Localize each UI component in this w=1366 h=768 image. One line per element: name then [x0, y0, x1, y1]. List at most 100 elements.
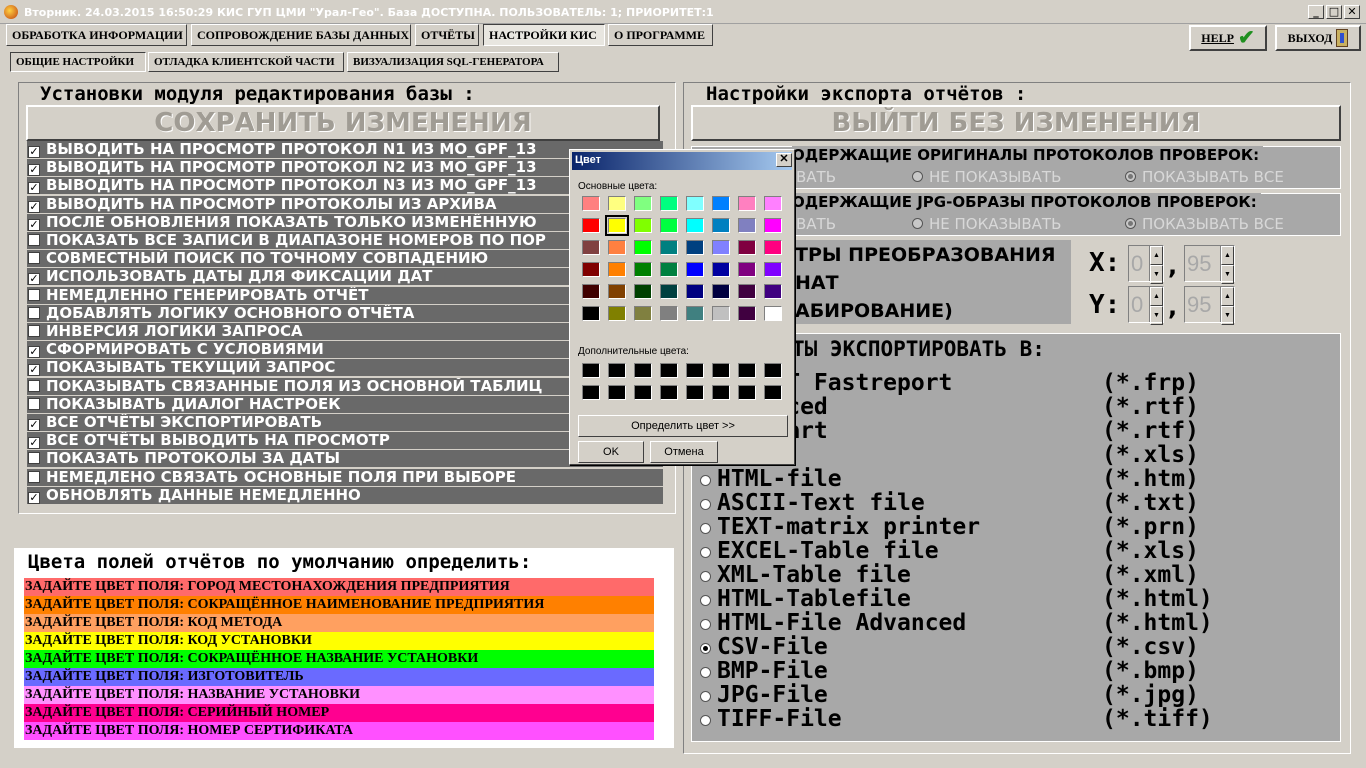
cancel-button[interactable]: Отмена: [650, 441, 718, 463]
tab-reports[interactable]: ОТЧЁТЫ: [415, 24, 479, 46]
checkbox-checked-icon[interactable]: ✓: [28, 273, 40, 286]
radio-icon[interactable]: [700, 691, 711, 702]
custom-color-swatch[interactable]: [608, 385, 626, 400]
radio-icon[interactable]: [700, 523, 711, 534]
basic-color-swatch[interactable]: [660, 240, 678, 255]
basic-color-swatch[interactable]: [605, 215, 629, 236]
close-icon[interactable]: ✕: [776, 153, 792, 167]
basic-color-swatch[interactable]: [712, 284, 730, 299]
option-18[interactable]: НЕМЕДЛЕНО СВЯЗАТЬ ОСНОВНЫЕ ПОЛЯ ПРИ ВЫБО…: [27, 468, 663, 486]
basic-color-swatch[interactable]: [582, 306, 600, 321]
field-color-row-1[interactable]: ЗАДАЙТЕ ЦВЕТ ПОЛЯ: СОКРАЩЁННОЕ НАИМЕНОВА…: [24, 596, 654, 614]
basic-color-swatch[interactable]: [738, 306, 756, 321]
basic-color-swatch[interactable]: [582, 218, 600, 233]
checkbox-checked-icon[interactable]: ✓: [28, 146, 40, 158]
jpg-show-all-radio[interactable]: ПОКАЗЫВАТЬ ВСЕ: [1125, 215, 1284, 233]
checkbox-icon[interactable]: [28, 252, 40, 265]
option-2[interactable]: ✓ ВЫВОДИТЬ НА ПРОСМОТР ПРОТОКОЛ N3 ИЗ MO_…: [27, 177, 663, 195]
subtab-sql-visualization[interactable]: ВИЗУАЛИЗАЦИЯ SQL-ГЕНЕРАТОРА: [347, 52, 559, 72]
basic-color-swatch[interactable]: [764, 284, 782, 299]
radio-icon[interactable]: [700, 667, 711, 678]
exit-button[interactable]: ВЫХОД: [1275, 25, 1361, 51]
basic-color-swatch[interactable]: [582, 262, 600, 277]
option-7[interactable]: ✓ ИСПОЛЬЗОВАТЬ ДАТЫ ДЛЯ ФИКСАЦИИ ДАТ: [27, 268, 663, 286]
spin-down-icon[interactable]: ▼: [1150, 265, 1163, 284]
basic-color-swatch[interactable]: [738, 218, 756, 233]
checkbox-icon[interactable]: [28, 306, 40, 319]
checkbox-icon[interactable]: [28, 234, 40, 246]
export-format-option-5[interactable]: ASCII-Text file: [700, 491, 925, 515]
radio-icon[interactable]: [700, 715, 711, 726]
maximize-button[interactable]: □: [1326, 5, 1342, 19]
checkbox-checked-icon[interactable]: ✓: [28, 218, 40, 231]
basic-color-swatch[interactable]: [764, 262, 782, 277]
option-11[interactable]: ✓ СФОРМИРОВАТЬ С УСЛОВИЯМИ: [27, 341, 663, 359]
field-color-row-8[interactable]: ЗАДАЙТЕ ЦВЕТ ПОЛЯ: НОМЕР СЕРТИФИКАТА: [24, 722, 654, 740]
basic-color-swatch[interactable]: [686, 240, 704, 255]
x-scale-spinner[interactable]: 95 ▲ ▼: [1184, 245, 1235, 284]
option-19[interactable]: ✓ ОБНОВЛЯТЬ ДАННЫЕ НЕМЕДЛЕННО: [27, 486, 663, 504]
custom-color-swatch[interactable]: [738, 385, 756, 400]
basic-color-swatch[interactable]: [634, 284, 652, 299]
option-10[interactable]: ИНВЕРСИЯ ЛОГИКИ ЗАПРОСА: [27, 323, 663, 340]
basic-color-swatch[interactable]: [634, 262, 652, 277]
export-format-option-14[interactable]: TIFF-File: [700, 707, 842, 731]
export-format-option-8[interactable]: XML-Table file: [700, 563, 911, 587]
y-offset-spinner[interactable]: 0 ▲ ▼: [1128, 286, 1164, 325]
basic-color-swatch[interactable]: [660, 218, 678, 233]
custom-color-swatch[interactable]: [582, 363, 600, 378]
basic-color-swatch[interactable]: [738, 284, 756, 299]
minimize-button[interactable]: _: [1308, 5, 1324, 19]
radio-icon[interactable]: [700, 547, 711, 558]
checkbox-checked-icon[interactable]: ✓: [28, 182, 40, 195]
option-6[interactable]: СОВМЕСТНЫЙ ПОИСК ПО ТОЧНОМУ СОВПАДЕНИЮ: [27, 250, 663, 268]
option-4[interactable]: ✓ ПОСЛЕ ОБНОВЛЕНИЯ ПОКАЗАТЬ ТОЛЬКО ИЗМЕНЁ…: [27, 213, 663, 231]
basic-color-swatch[interactable]: [738, 240, 756, 255]
custom-color-swatch[interactable]: [738, 363, 756, 378]
radio-icon[interactable]: [700, 595, 711, 606]
basic-color-swatch[interactable]: [634, 196, 652, 211]
checkbox-checked-icon[interactable]: ✓: [28, 437, 40, 450]
custom-color-swatch[interactable]: [712, 363, 730, 378]
basic-color-swatch[interactable]: [660, 306, 678, 321]
tab-database[interactable]: СОПРОВОЖДЕНИЕ БАЗЫ ДАННЫХ: [191, 24, 411, 46]
basic-color-swatch[interactable]: [608, 240, 626, 255]
basic-color-swatch[interactable]: [582, 196, 600, 211]
tab-about[interactable]: О ПРОГРАММЕ: [608, 24, 713, 46]
basic-color-swatch[interactable]: [686, 284, 704, 299]
basic-color-swatch[interactable]: [712, 306, 730, 321]
basic-color-swatch[interactable]: [608, 196, 626, 211]
export-format-option-10[interactable]: HTML-File Advanced: [700, 611, 966, 635]
basic-color-swatch[interactable]: [634, 240, 652, 255]
option-17[interactable]: ПОКАЗАТЬ ПРОТОКОЛЫ ЗА ДАТЫ: [27, 450, 663, 468]
option-16[interactable]: ✓ ВСЕ ОТЧЁТЫ ВЫВОДИТЬ НА ПРОСМОТР: [27, 432, 663, 450]
radio-icon[interactable]: [700, 643, 711, 654]
option-9[interactable]: ДОБАВЛЯТЬ ЛОГИКУ ОСНОВНОГО ОТЧЁТА: [27, 304, 663, 322]
spin-down-icon[interactable]: ▼: [1150, 306, 1163, 325]
spin-down-icon[interactable]: ▼: [1221, 306, 1234, 325]
basic-color-swatch[interactable]: [712, 196, 730, 211]
export-format-option-7[interactable]: EXCEL-Table file: [700, 539, 939, 563]
basic-color-swatch[interactable]: [634, 218, 652, 233]
spin-down-icon[interactable]: ▼: [1221, 265, 1234, 284]
basic-color-swatch[interactable]: [686, 262, 704, 277]
custom-color-swatch[interactable]: [686, 385, 704, 400]
spin-up-icon[interactable]: ▲: [1221, 246, 1234, 265]
option-12[interactable]: ✓ ПОКАЗЫВАТЬ ТЕКУЩИЙ ЗАПРОС: [27, 359, 663, 377]
option-13[interactable]: ПОКАЗЫВАТЬ СВЯЗАННЫЕ ПОЛЯ ИЗ ОСНОВНОЙ ТА…: [27, 377, 663, 395]
basic-color-swatch[interactable]: [608, 306, 626, 321]
save-changes-button[interactable]: СОХРАНИТЬ ИЗМЕНЕНИЯ: [26, 105, 660, 141]
field-color-row-6[interactable]: ЗАДАЙТЕ ЦВЕТ ПОЛЯ: НАЗВАНИЕ УСТАНОВКИ: [24, 686, 654, 704]
basic-color-swatch[interactable]: [686, 218, 704, 233]
option-14[interactable]: ПОКАЗЫВАТЬ ДИАЛОГ НАСТРОЕК: [27, 395, 663, 413]
custom-color-swatch[interactable]: [582, 385, 600, 400]
basic-color-swatch[interactable]: [634, 306, 652, 321]
ok-button[interactable]: OK: [578, 441, 644, 463]
checkbox-checked-icon[interactable]: ✓: [28, 364, 40, 377]
tab-settings[interactable]: НАСТРОЙКИ КИС: [483, 24, 605, 46]
define-custom-color-button[interactable]: Определить цвет >>: [578, 415, 788, 437]
checkbox-checked-icon[interactable]: ✓: [28, 491, 40, 504]
custom-color-swatch[interactable]: [634, 385, 652, 400]
basic-color-swatch[interactable]: [712, 262, 730, 277]
basic-color-swatch[interactable]: [712, 240, 730, 255]
